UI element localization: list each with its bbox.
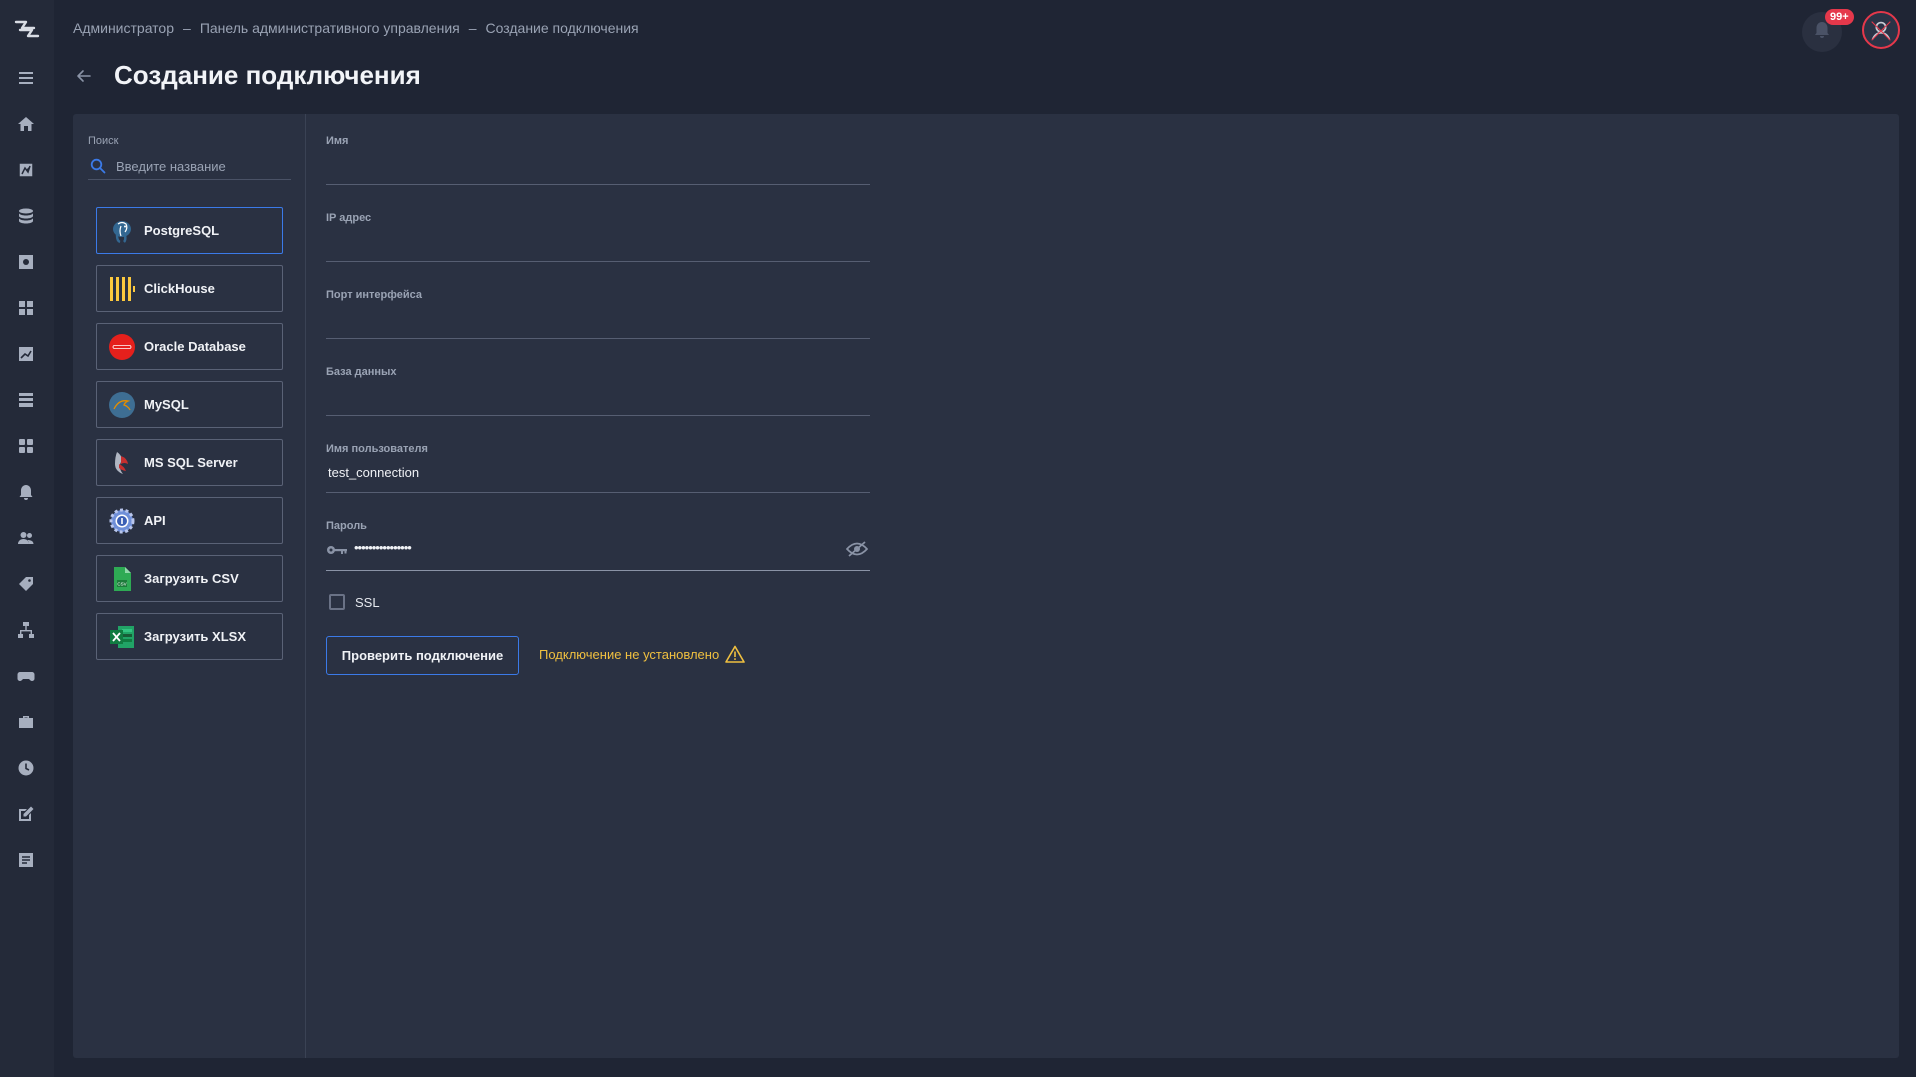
- connection-panel: Поиск PostgreSQL ClickHouse Oracle Datab…: [73, 114, 1899, 1058]
- source-mssql[interactable]: MS SQL Server: [96, 439, 283, 486]
- sidebar: [0, 0, 54, 1077]
- source-label: Загрузить CSV: [144, 571, 239, 586]
- field-underline: [326, 261, 870, 262]
- eye-off-icon[interactable]: [845, 540, 869, 563]
- port-field[interactable]: Порт интерфейса: [326, 289, 870, 339]
- mysql-icon: [109, 391, 135, 418]
- tag-icon[interactable]: [15, 573, 37, 595]
- briefcase-icon[interactable]: [15, 711, 37, 733]
- field-underline: [326, 184, 870, 185]
- breadcrumb: Администратор – Панель административного у…: [73, 20, 639, 36]
- source-oracle[interactable]: Oracle Database: [96, 323, 283, 370]
- panel-divider: [305, 114, 306, 1058]
- password-field[interactable]: Пароль ••••••••••••••••: [326, 520, 870, 571]
- source-clickhouse[interactable]: ClickHouse: [96, 265, 283, 312]
- field-label: Порт интерфейса: [326, 289, 423, 301]
- source-label: API: [144, 513, 166, 528]
- api-icon: [109, 508, 135, 534]
- field-label: Имя: [326, 135, 349, 147]
- back-arrow-icon[interactable]: [74, 66, 94, 86]
- field-label: Имя пользователя: [326, 443, 428, 455]
- edit-icon[interactable]: [15, 803, 37, 825]
- field-underline: [326, 338, 870, 339]
- home-icon[interactable]: [15, 113, 37, 135]
- oracle-icon: [109, 333, 135, 360]
- field-label: База данных: [326, 366, 397, 378]
- breadcrumb-item-current: Создание подключения: [485, 20, 639, 36]
- ssl-checkbox[interactable]: SSL: [329, 594, 380, 610]
- page-title: Создание подключения: [114, 60, 421, 90]
- password-value: ••••••••••••••••: [354, 540, 412, 555]
- username-field[interactable]: Имя пользователя test_connection: [326, 443, 870, 493]
- table-icon[interactable]: [15, 389, 37, 411]
- checkbox-box[interactable]: [329, 594, 345, 610]
- check-connection-button[interactable]: Проверить подключение: [326, 636, 519, 675]
- postgresql-icon: [109, 218, 135, 244]
- ip-field[interactable]: IP адрес: [326, 212, 870, 262]
- users-icon[interactable]: [15, 527, 37, 549]
- database-icon[interactable]: [15, 205, 37, 227]
- source-api[interactable]: API: [96, 497, 283, 544]
- report-icon[interactable]: [15, 849, 37, 871]
- field-underline: [326, 492, 870, 493]
- chart-icon[interactable]: [15, 343, 37, 365]
- key-icon: [326, 543, 348, 561]
- settings-box-icon[interactable]: [15, 251, 37, 273]
- gamepad-icon[interactable]: [15, 665, 37, 687]
- hierarchy-icon[interactable]: [15, 619, 37, 641]
- name-field[interactable]: Имя: [326, 135, 870, 185]
- mssql-icon: [109, 450, 135, 476]
- breadcrumb-item[interactable]: Панель административного управления: [200, 20, 460, 36]
- clock-icon[interactable]: [15, 757, 37, 779]
- status-text: Подключение не установлено: [539, 646, 720, 662]
- warning-icon: [725, 645, 746, 663]
- csv-icon: CSV: [109, 566, 135, 592]
- app-logo-icon[interactable]: [12, 14, 42, 44]
- avatar[interactable]: [1862, 11, 1900, 49]
- database-field[interactable]: База данных: [326, 366, 870, 416]
- field-value: test_connection: [328, 465, 420, 480]
- xlsx-icon: [109, 624, 135, 650]
- menu-icon[interactable]: [15, 67, 37, 89]
- search-input[interactable]: [116, 154, 286, 178]
- widgets-icon[interactable]: [15, 435, 37, 457]
- alert-icon[interactable]: [15, 481, 37, 503]
- source-label: ClickHouse: [144, 281, 215, 296]
- field-label: Пароль: [326, 520, 367, 532]
- ssl-label: SSL: [355, 594, 380, 610]
- user-avatar-icon: [1871, 21, 1891, 41]
- source-csv[interactable]: CSV Загрузить CSV: [96, 555, 283, 602]
- analytics-icon[interactable]: [15, 159, 37, 181]
- dashboard-icon[interactable]: [15, 297, 37, 319]
- source-label: Загрузить XLSX: [144, 629, 246, 644]
- breadcrumb-item[interactable]: Администратор: [73, 20, 174, 36]
- field-label: IP адрес: [326, 212, 372, 224]
- source-xlsx[interactable]: Загрузить XLSX: [96, 613, 283, 660]
- source-postgresql[interactable]: PostgreSQL: [96, 207, 283, 254]
- connection-status: Подключение не установлено: [539, 645, 746, 663]
- clickhouse-icon: [109, 276, 135, 302]
- field-underline: [326, 570, 870, 571]
- search-icon: [90, 158, 106, 174]
- source-mysql[interactable]: MySQL: [96, 381, 283, 428]
- source-label: Oracle Database: [144, 339, 246, 354]
- source-label: MySQL: [144, 397, 189, 412]
- notification-badge: 99+: [1825, 9, 1854, 25]
- search-box: [88, 154, 291, 180]
- source-label: PostgreSQL: [144, 223, 220, 238]
- field-underline: [326, 415, 870, 416]
- svg-text:CSV: CSV: [117, 581, 126, 586]
- search-label: Поиск: [88, 135, 119, 147]
- source-label: MS SQL Server: [144, 455, 238, 470]
